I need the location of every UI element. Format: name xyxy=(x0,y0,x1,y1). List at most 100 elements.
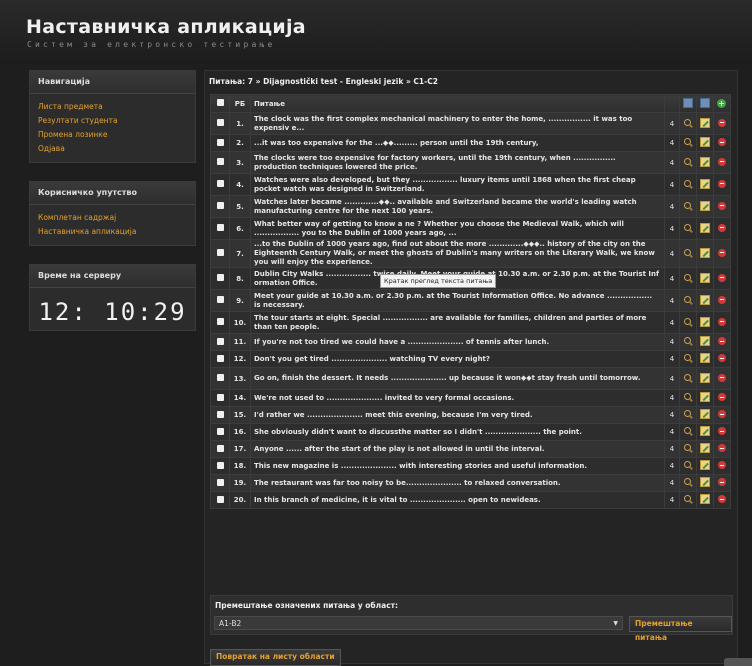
magnifier-icon[interactable] xyxy=(679,423,697,441)
add-icon[interactable]: + xyxy=(713,94,731,113)
table-row: 4. Watches were also developed, but they … xyxy=(210,173,731,196)
edit-icon[interactable] xyxy=(696,217,714,240)
magnifier-icon[interactable] xyxy=(679,333,697,351)
delete-icon[interactable] xyxy=(713,440,731,458)
edit-icon[interactable] xyxy=(696,134,714,152)
edit-icon[interactable] xyxy=(696,173,714,196)
row-number: 17. xyxy=(229,440,251,458)
row-checkbox[interactable] xyxy=(210,112,230,135)
disk-icon-2[interactable] xyxy=(696,94,714,113)
row-number: 6. xyxy=(229,217,251,240)
manual-item-1[interactable]: Наставничка апликација xyxy=(38,225,187,239)
magnifier-icon[interactable] xyxy=(679,350,697,368)
row-checkbox[interactable] xyxy=(210,350,230,368)
edit-icon[interactable] xyxy=(696,350,714,368)
navigation-heading: Навигација xyxy=(30,71,195,94)
edit-icon[interactable] xyxy=(696,333,714,351)
magnifier-icon[interactable] xyxy=(679,389,697,407)
row-checkbox[interactable] xyxy=(210,217,230,240)
manual-list: Комплетан садржај Наставничка апликација xyxy=(30,205,195,245)
delete-icon[interactable] xyxy=(713,423,731,441)
delete-icon[interactable] xyxy=(713,289,731,312)
delete-icon[interactable] xyxy=(713,112,731,135)
edit-icon[interactable] xyxy=(696,239,714,268)
magnifier-icon[interactable] xyxy=(679,239,697,268)
delete-icon[interactable] xyxy=(713,457,731,475)
delete-icon[interactable] xyxy=(713,173,731,196)
select-all-checkbox[interactable] xyxy=(210,94,230,113)
delete-icon[interactable] xyxy=(713,491,731,509)
delete-icon[interactable] xyxy=(713,195,731,218)
delete-icon[interactable] xyxy=(713,406,731,424)
row-checkbox[interactable] xyxy=(210,239,230,268)
edit-icon[interactable] xyxy=(696,491,714,509)
row-checkbox[interactable] xyxy=(210,173,230,196)
magnifier-icon[interactable] xyxy=(679,457,697,475)
navigation-item-2[interactable]: Промена лозинке xyxy=(38,128,187,142)
edit-icon[interactable] xyxy=(696,267,714,290)
row-checkbox[interactable] xyxy=(210,195,230,218)
delete-icon[interactable] xyxy=(713,151,731,174)
disk-icon[interactable] xyxy=(679,94,697,113)
row-checkbox[interactable] xyxy=(210,423,230,441)
row-checkbox[interactable] xyxy=(210,457,230,475)
edit-icon[interactable] xyxy=(696,423,714,441)
magnifier-icon[interactable] xyxy=(679,217,697,240)
row-checkbox[interactable] xyxy=(210,389,230,407)
edit-icon[interactable] xyxy=(696,195,714,218)
row-level: 4 xyxy=(664,440,680,458)
row-checkbox[interactable] xyxy=(210,333,230,351)
delete-icon[interactable] xyxy=(713,474,731,492)
navigation-item-0[interactable]: Листа предмета xyxy=(38,100,187,114)
delete-icon[interactable] xyxy=(713,267,731,290)
row-checkbox[interactable] xyxy=(210,406,230,424)
magnifier-icon[interactable] xyxy=(679,311,697,334)
delete-icon[interactable] xyxy=(713,311,731,334)
delete-icon[interactable] xyxy=(713,389,731,407)
magnifier-icon[interactable] xyxy=(679,173,697,196)
navigation-item-1[interactable]: Резултати студента xyxy=(38,114,187,128)
row-checkbox[interactable] xyxy=(210,134,230,152)
row-checkbox[interactable] xyxy=(210,311,230,334)
edit-icon[interactable] xyxy=(696,311,714,334)
edit-icon[interactable] xyxy=(696,367,714,390)
row-checkbox[interactable] xyxy=(210,367,230,390)
delete-icon[interactable] xyxy=(713,350,731,368)
delete-icon[interactable] xyxy=(713,134,731,152)
row-checkbox[interactable] xyxy=(210,151,230,174)
area-select[interactable]: A1-B2 ▼ xyxy=(214,616,623,630)
row-checkbox[interactable] xyxy=(210,491,230,509)
row-checkbox[interactable] xyxy=(210,474,230,492)
magnifier-icon[interactable] xyxy=(679,440,697,458)
delete-icon[interactable] xyxy=(713,333,731,351)
magnifier-icon[interactable] xyxy=(679,112,697,135)
edit-icon[interactable] xyxy=(696,440,714,458)
move-questions-button[interactable]: Премештање питања xyxy=(629,616,732,642)
edit-icon[interactable] xyxy=(696,406,714,424)
delete-icon[interactable] xyxy=(713,217,731,240)
delete-icon[interactable] xyxy=(713,239,731,268)
row-checkbox[interactable] xyxy=(210,440,230,458)
magnifier-icon[interactable] xyxy=(679,474,697,492)
magnifier-icon[interactable] xyxy=(679,491,697,509)
edit-icon[interactable] xyxy=(696,474,714,492)
magnifier-icon[interactable] xyxy=(679,134,697,152)
edit-icon[interactable] xyxy=(696,289,714,312)
edit-icon[interactable] xyxy=(696,457,714,475)
magnifier-icon[interactable] xyxy=(679,195,697,218)
magnifier-icon[interactable] xyxy=(679,267,697,290)
row-checkbox[interactable] xyxy=(210,267,230,290)
manual-item-0[interactable]: Комплетан садржај xyxy=(38,211,187,225)
delete-icon[interactable] xyxy=(713,367,731,390)
row-checkbox[interactable] xyxy=(210,289,230,312)
magnifier-icon[interactable] xyxy=(679,289,697,312)
row-number: 19. xyxy=(229,474,251,492)
magnifier-icon[interactable] xyxy=(679,367,697,390)
back-to-areas-button[interactable]: Повратак на листу области xyxy=(210,649,341,666)
edit-icon[interactable] xyxy=(696,151,714,174)
magnifier-icon[interactable] xyxy=(679,151,697,174)
magnifier-icon[interactable] xyxy=(679,406,697,424)
edit-icon[interactable] xyxy=(696,389,714,407)
navigation-item-3[interactable]: Одјава xyxy=(38,142,187,156)
edit-icon[interactable] xyxy=(696,112,714,135)
